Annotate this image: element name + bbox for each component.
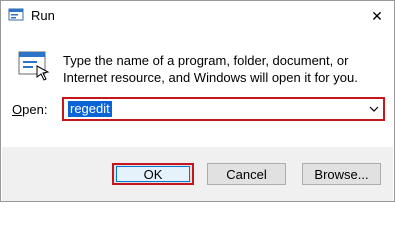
cancel-button[interactable]: Cancel (207, 163, 286, 185)
open-label: Open: (12, 102, 47, 117)
cancel-button-label: Cancel (226, 166, 267, 182)
title-bar[interactable]: Run ✕ (1, 1, 394, 31)
run-app-icon (8, 8, 24, 21)
browse-button[interactable]: Browse... (302, 163, 381, 185)
browse-button-label: Browse... (314, 166, 369, 182)
ok-button-label: OK (143, 166, 163, 182)
close-icon: ✕ (371, 7, 383, 24)
dialog-description: Type the name of a program, folder, docu… (63, 53, 358, 85)
ok-button-focus: OK (116, 166, 190, 182)
open-label-text: pen: (22, 102, 48, 117)
window-title: Run (31, 8, 55, 23)
run-program-icon (18, 51, 50, 81)
close-button[interactable]: ✕ (360, 1, 394, 31)
button-bar: OK Cancel Browse... (2, 147, 393, 201)
run-dialog: Run ✕ Type the name of a program, folder… (0, 0, 395, 202)
open-label-accelerator: O (12, 102, 23, 117)
ok-button[interactable]: OK (112, 163, 194, 185)
open-combobox[interactable]: regedit (62, 97, 385, 121)
open-input-value[interactable]: regedit (68, 101, 112, 117)
chevron-down-icon[interactable] (369, 105, 379, 113)
